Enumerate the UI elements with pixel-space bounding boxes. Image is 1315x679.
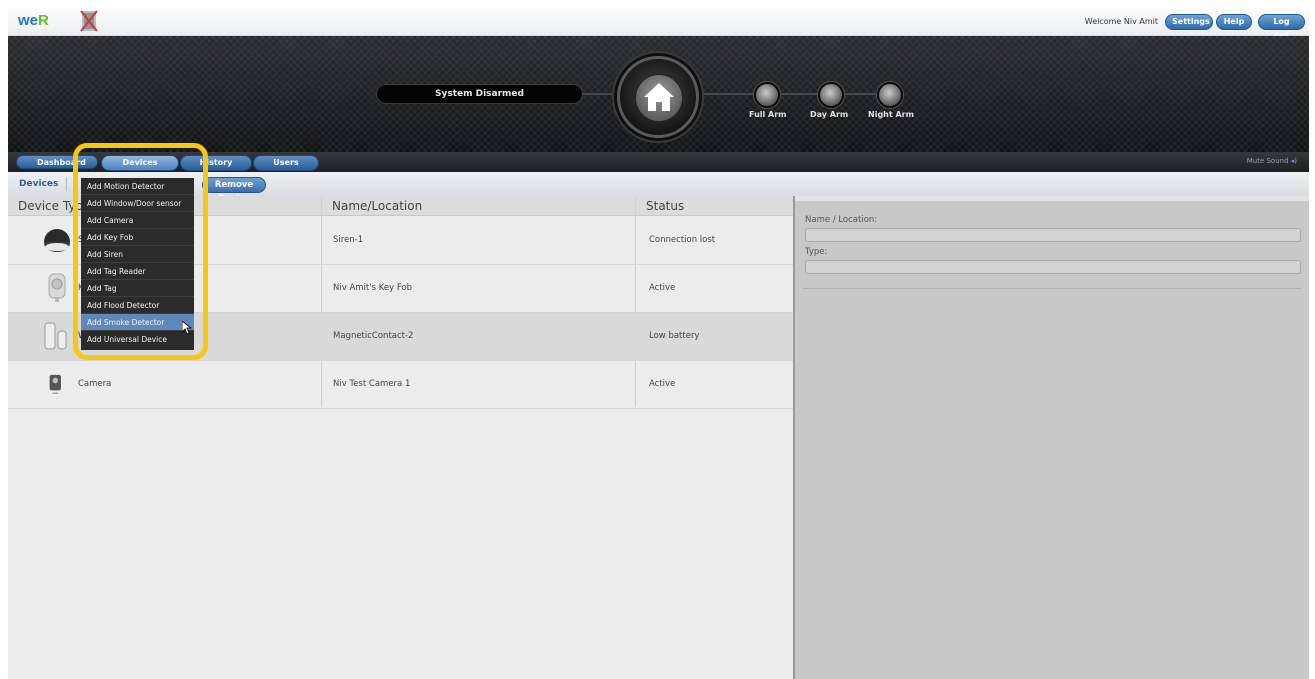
connector-line: [581, 93, 621, 95]
device-name: Niv Test Camera 1: [333, 379, 411, 389]
column-header-name-location[interactable]: Name/Location: [322, 196, 635, 216]
logout-button[interactable]: Log out: [1258, 14, 1305, 40]
full-arm-button[interactable]: [754, 82, 780, 108]
device-details-panel: Name / Location: Type:: [793, 196, 1309, 679]
settings-button[interactable]: Settings: [1165, 14, 1213, 30]
device-status: Active: [649, 283, 676, 293]
panel-top-strip: [795, 196, 1309, 201]
help-button[interactable]: Help: [1216, 14, 1252, 30]
app-logo: weR: [18, 12, 49, 29]
device-name: MagneticContact-2: [333, 331, 414, 341]
divider: [803, 288, 1301, 289]
device-status: Active: [649, 379, 676, 389]
day-arm-label: Day Arm: [810, 110, 849, 119]
day-arm-button[interactable]: [818, 82, 844, 108]
system-status: System Disarmed: [376, 84, 583, 104]
device-status: Connection lost: [649, 235, 716, 245]
table-row[interactable]: Camera Niv Test Camera 1 Active: [8, 361, 793, 409]
tab-users[interactable]: Users: [253, 155, 319, 171]
door-contact-icon: [44, 322, 67, 350]
device-name: Niv Amit's Key Fob: [333, 283, 413, 293]
mute-label: Mute Sound: [1246, 157, 1289, 165]
type-field[interactable]: [805, 260, 1301, 274]
night-arm-button[interactable]: [877, 82, 903, 108]
device-type: Camera: [78, 379, 112, 389]
brand-logo-icon: [80, 10, 98, 32]
camera-icon: [49, 374, 61, 394]
name-location-label: Name / Location:: [805, 215, 878, 225]
name-location-field[interactable]: [805, 228, 1301, 242]
device-name: Siren-1: [333, 235, 364, 245]
home-icon: [635, 74, 683, 122]
remove-device-button[interactable]: Remove Device: [202, 177, 266, 204]
column-header-status[interactable]: Status: [636, 196, 793, 216]
night-arm-label: Night Arm: [868, 110, 914, 119]
home-button[interactable]: [617, 56, 699, 138]
highlight-frame: [73, 143, 208, 360]
divider: [66, 177, 67, 191]
siren-icon: [44, 229, 70, 252]
key-fob-icon: [48, 273, 66, 302]
breadcrumb[interactable]: Devices: [19, 179, 58, 189]
top-bar: weR Welcome Niv Amit Settings Help Log o…: [8, 8, 1309, 40]
type-label: Type:: [805, 247, 828, 257]
alarm-banner: System Disarmed Full Arm Day Arm Night A…: [8, 36, 1309, 152]
connector-line: [698, 93, 898, 95]
speaker-icon: ◂): [1290, 157, 1297, 165]
full-arm-label: Full Arm: [749, 110, 787, 119]
device-status: Low battery: [649, 331, 700, 341]
mute-sound-toggle[interactable]: Mute Sound ◂): [1247, 157, 1297, 165]
welcome-text: Welcome Niv Amit: [1084, 17, 1158, 26]
